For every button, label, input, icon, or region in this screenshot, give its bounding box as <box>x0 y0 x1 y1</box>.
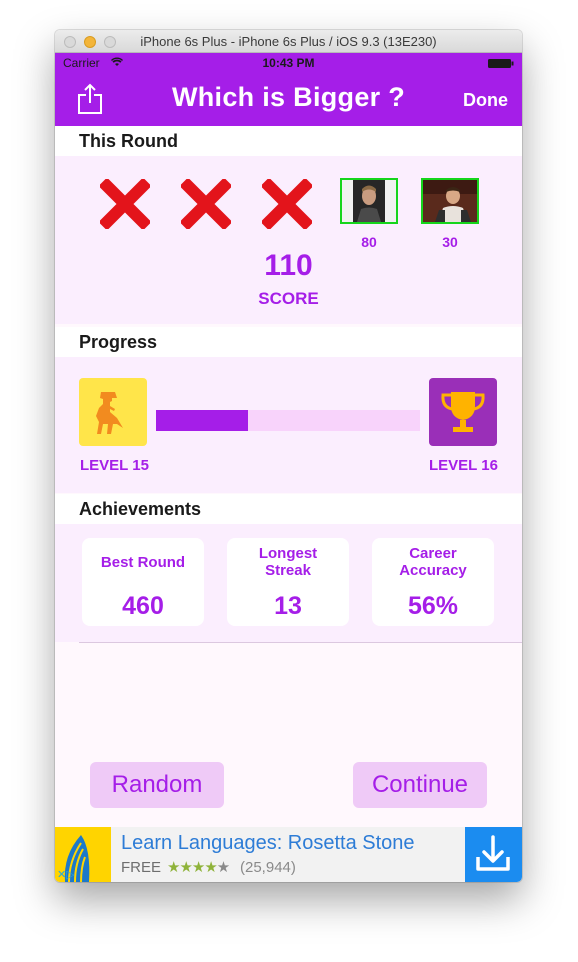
card-title: Career Accuracy <box>399 545 467 579</box>
level-from-tile <box>79 378 147 446</box>
page-title: Which is Bigger ? <box>171 82 406 112</box>
hit-value-2: 30 <box>442 234 458 250</box>
score-label: SCORE <box>258 289 319 308</box>
this-round-header: This Round <box>55 126 522 156</box>
download-icon <box>476 835 510 871</box>
person-photo <box>342 180 396 222</box>
card-value: 13 <box>274 592 302 620</box>
score-value: 110 <box>264 249 313 282</box>
clock: 10:43 PM <box>262 56 315 70</box>
career-accuracy-card: Career Accuracy 56% <box>372 538 494 626</box>
hit-thumbnail-1 <box>340 178 398 224</box>
window-titlebar: iPhone 6s Plus - iPhone 6s Plus / iOS 9.… <box>55 30 522 53</box>
miss-x-icon <box>181 179 231 229</box>
download-button[interactable] <box>465 827 522 882</box>
card-value: 460 <box>122 592 164 620</box>
trophy-icon <box>441 392 485 432</box>
longest-streak-card: Longest Streak 13 <box>227 538 349 626</box>
progress-bar <box>156 410 420 431</box>
best-round-card: Best Round 460 <box>82 538 204 626</box>
progress-bar-fill <box>156 410 249 431</box>
ad-choices-icon[interactable]: ✕▷ <box>57 868 75 881</box>
progress-panel: LEVEL 15 LEVEL 16 <box>55 357 522 493</box>
miss-x-icon <box>100 179 150 229</box>
from-level-label: LEVEL 15 <box>80 457 149 474</box>
simulator-window: iPhone 6s Plus - iPhone 6s Plus / iOS 9.… <box>55 30 522 882</box>
continue-button[interactable]: Continue <box>353 762 487 808</box>
card-value: 56% <box>407 592 459 620</box>
status-bar: Carrier 10:43 PM <box>55 53 522 73</box>
to-level-label: LEVEL 16 <box>429 457 498 474</box>
phone-screen: Carrier 10:43 PM Which is Bigger ? Done … <box>55 53 522 882</box>
person-photo <box>423 180 477 222</box>
card-title: Longest Streak <box>258 545 318 579</box>
ad-title[interactable]: Learn Languages: Rosetta Stone <box>121 832 415 855</box>
divider <box>79 642 522 643</box>
rating-stars: ★★★★★ <box>167 858 230 876</box>
battery-icon <box>488 59 514 68</box>
ad-banner[interactable]: Learn Languages: Rosetta Stone FREE ★★★★… <box>55 827 522 882</box>
hit-thumbnail-2 <box>421 178 479 224</box>
ad-price: FREE <box>121 859 162 876</box>
achievements-header: Achievements <box>55 494 522 524</box>
random-button[interactable]: Random <box>90 762 224 808</box>
progress-header: Progress <box>55 327 522 357</box>
dinosaur-icon <box>96 392 123 434</box>
rating-count: (25,944) <box>240 859 296 876</box>
done-button[interactable]: Done <box>463 90 508 111</box>
level-to-tile <box>429 378 497 446</box>
achievements-panel: Best Round 460 Longest Streak 13 Career … <box>55 524 522 642</box>
navigation-bar: Which is Bigger ? Done <box>55 73 522 126</box>
this-round-panel: 80 30 110 SCORE <box>55 156 522 324</box>
card-title: Best Round <box>100 554 186 571</box>
window-title: iPhone 6s Plus - iPhone 6s Plus / iOS 9.… <box>140 34 437 49</box>
miss-x-icon <box>262 179 312 229</box>
hit-value-1: 80 <box>361 234 377 250</box>
star-rating: ★★★★★ <box>167 859 230 876</box>
